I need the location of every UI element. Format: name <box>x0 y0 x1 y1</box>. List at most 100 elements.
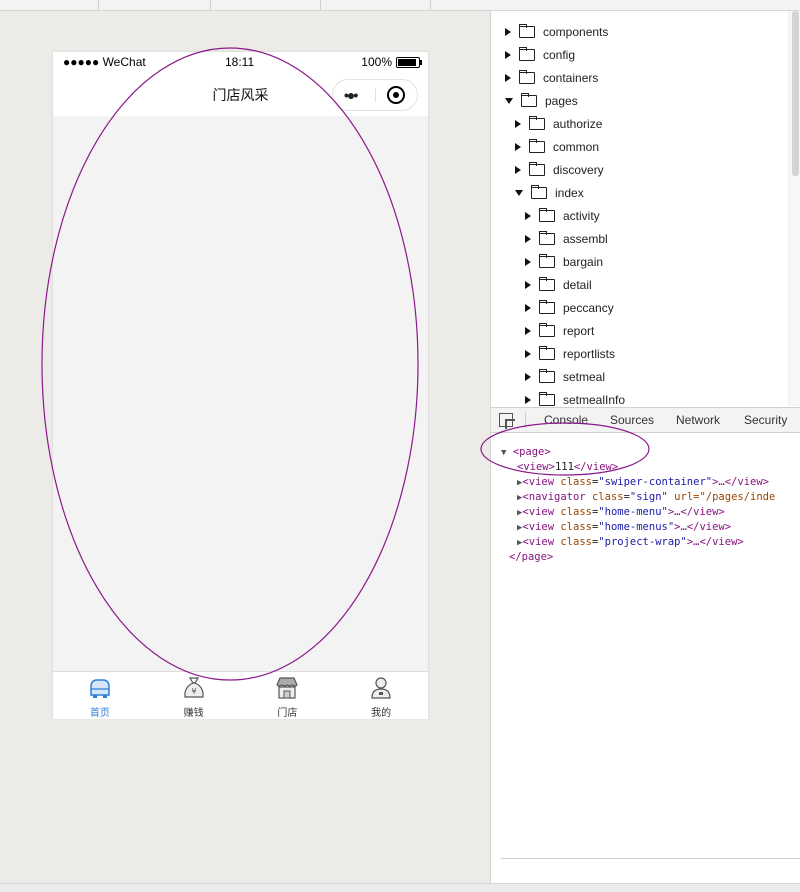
caret-right-icon[interactable] <box>525 395 531 404</box>
tree-item-activity[interactable]: activity <box>525 204 600 227</box>
tree-scrollbar[interactable] <box>792 11 799 176</box>
tree-item-discovery[interactable]: discovery <box>515 158 604 181</box>
tab-mine[interactable]: 我的 <box>334 672 428 719</box>
toolbar-separator <box>320 0 321 10</box>
folder-icon <box>539 345 555 360</box>
battery-icon <box>396 56 422 68</box>
collapse-arrow-icon[interactable]: ▼ <box>501 448 506 458</box>
tag-rest: >…</view> <box>667 506 725 518</box>
attr-value: "home-menu" <box>598 506 668 518</box>
tab-home[interactable]: 首页 <box>53 672 147 719</box>
tag-text: </page> <box>509 551 554 563</box>
child-node[interactable]: ▶<view class="home-menu">…</view> <box>517 505 725 520</box>
toolbar-separator <box>430 0 431 10</box>
carrier-label: ●●●●● WeChat <box>63 55 146 69</box>
tree-item-setmeal[interactable]: setmeal <box>525 365 605 388</box>
tab-label: 首页 <box>89 708 110 719</box>
tree-item-label: discovery <box>553 162 604 177</box>
caret-right-icon[interactable] <box>505 73 511 82</box>
caret-right-icon[interactable] <box>525 211 531 220</box>
caret-right-icon[interactable] <box>525 257 531 266</box>
caret-right-icon[interactable] <box>525 303 531 312</box>
tree-item-setmealinfo[interactable]: setmealInfo <box>525 388 625 406</box>
tree-item-common[interactable]: common <box>515 135 599 158</box>
svg-text:¥: ¥ <box>191 687 196 696</box>
child-node[interactable]: ▶<view class="project-wrap">…</view> <box>517 535 744 550</box>
tab-network[interactable]: Network <box>676 413 720 427</box>
attr-value: "project-wrap" <box>598 536 687 548</box>
tree-item-label: reportlists <box>563 346 616 361</box>
tree-item-label: activity <box>563 208 600 223</box>
folder-icon <box>539 391 555 406</box>
caret-right-icon[interactable] <box>515 119 521 128</box>
tree-item-label: setmeal <box>563 369 606 384</box>
caret-down-icon[interactable] <box>505 97 513 104</box>
page-content <box>53 116 428 671</box>
panel-divider <box>501 858 800 859</box>
folder-icon <box>539 322 555 337</box>
more-icon[interactable]: •●• <box>344 88 358 102</box>
tree-item-detail[interactable]: detail <box>525 273 592 296</box>
store-icon <box>276 677 299 699</box>
tab-console[interactable]: Console <box>544 413 588 427</box>
close-target-icon[interactable] <box>387 86 405 104</box>
caret-right-icon[interactable] <box>505 50 511 59</box>
folder-icon <box>539 207 555 222</box>
child-node[interactable]: ▶<navigator class="sign" url="/pages/ind… <box>517 490 775 505</box>
tree-item-label: pages <box>545 93 578 108</box>
tree-item-bargain[interactable]: bargain <box>525 250 603 273</box>
tree-item-report[interactable]: report <box>525 319 594 342</box>
tab-sources[interactable]: Sources <box>610 413 654 427</box>
tree-item-label: containers <box>543 70 599 85</box>
caret-right-icon[interactable] <box>525 372 531 381</box>
tab-security[interactable]: Security <box>744 413 787 427</box>
file-tree: components config containers pages authorize… <box>491 11 800 406</box>
inspect-element-icon[interactable] <box>499 413 513 427</box>
caret-right-icon[interactable] <box>525 326 531 335</box>
tab-earn[interactable]: ¥ 赚钱 <box>147 672 241 719</box>
tree-scroll-track <box>788 11 800 406</box>
caret-right-icon[interactable] <box>515 142 521 151</box>
tree-item-reportlists[interactable]: reportlists <box>525 342 615 365</box>
tree-item-label: peccancy <box>563 300 614 315</box>
view-node[interactable]: <view>111</view> <box>517 460 618 475</box>
tree-item-label: bargain <box>563 254 604 269</box>
tab-label: 赚钱 <box>183 708 204 719</box>
tree-item-label: detail <box>563 277 592 292</box>
caret-right-icon[interactable] <box>515 165 521 174</box>
attr-value: "swiper-container" <box>598 476 713 488</box>
tree-item-config[interactable]: config <box>505 43 575 66</box>
child-node[interactable]: ▶<view class="home-menus">…</view> <box>517 520 731 535</box>
folder-icon <box>531 184 547 199</box>
toolbar-separator <box>98 0 99 10</box>
tree-item-components[interactable]: components <box>505 20 608 43</box>
caret-right-icon[interactable] <box>525 349 531 358</box>
capsule-divider <box>375 88 376 102</box>
tree-item-label: authorize <box>553 116 603 131</box>
clock: 18:11 <box>225 55 255 69</box>
battery-indicator: 100% <box>361 55 422 69</box>
menu-capsule[interactable]: •●• <box>332 79 418 111</box>
tree-item-containers[interactable]: containers <box>505 66 598 89</box>
tag-open: <view <box>522 476 555 488</box>
tree-item-peccancy[interactable]: peccancy <box>525 296 614 319</box>
tag-text: </view> <box>573 461 619 473</box>
tab-store[interactable]: 门店 <box>241 672 335 719</box>
tree-item-pages[interactable]: pages <box>505 89 578 112</box>
tree-item-index[interactable]: index <box>515 181 584 204</box>
tree-item-assembl[interactable]: assembl <box>525 227 608 250</box>
attr-name: class <box>560 506 592 518</box>
child-node[interactable]: ▶<view class="swiper-container">…</view> <box>517 475 769 490</box>
caret-right-icon[interactable] <box>525 280 531 289</box>
tag-open: <view <box>522 536 555 548</box>
caret-right-icon[interactable] <box>505 27 511 36</box>
caret-down-icon[interactable] <box>515 189 523 196</box>
tab-label: 我的 <box>371 708 392 719</box>
folder-icon <box>529 115 545 130</box>
tree-item-authorize[interactable]: authorize <box>515 112 602 135</box>
status-bar: ●●●●● WeChat 18:11 100% <box>53 52 428 72</box>
folder-icon <box>529 161 545 176</box>
devtools-panel: components config containers pages authorize… <box>490 11 800 891</box>
caret-right-icon[interactable] <box>525 234 531 243</box>
page-node[interactable]: ▼ <page> <box>501 445 551 460</box>
